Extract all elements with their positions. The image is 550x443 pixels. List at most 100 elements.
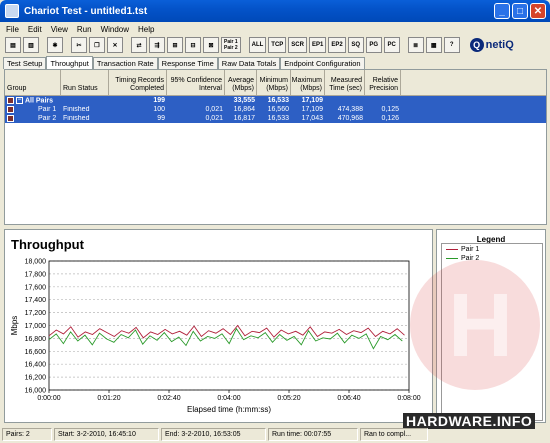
row-records: 199 <box>153 97 165 104</box>
menu-view[interactable]: View <box>51 25 68 34</box>
col-maximum[interactable]: Maximum (Mbps) <box>291 70 325 95</box>
col-average[interactable]: Average (Mbps) <box>225 70 257 95</box>
table-row[interactable]: Pair 2 Finished 99 0,021 16,817 16,533 1… <box>5 114 546 123</box>
y-tick-label: 17,600 <box>25 284 47 291</box>
menu-file[interactable]: File <box>6 25 19 34</box>
tab-test-setup[interactable]: Test Setup <box>3 57 47 69</box>
tab-transaction-rate[interactable]: Transaction Rate <box>92 57 158 69</box>
y-tick-label: 16,000 <box>25 388 47 395</box>
col-relative-precision[interactable]: Relative Precision <box>365 70 401 95</box>
pair-group-icon <box>7 96 14 104</box>
status-start: Start: 3-2-2010, 16:45:10 <box>54 428 159 441</box>
maximize-button[interactable]: □ <box>512 3 528 19</box>
col-run-status[interactable]: Run Status <box>61 70 109 95</box>
row-precision: 0,126 <box>381 115 399 122</box>
row-group-label: Pair 1 <box>38 106 57 114</box>
watermark-letter: H <box>448 276 513 376</box>
row-average: 16,864 <box>233 106 255 113</box>
network-icon[interactable]: ⊞ <box>167 37 183 53</box>
y-tick-label: 16,800 <box>25 336 47 343</box>
col-group[interactable]: Group <box>5 70 61 95</box>
pair-select-button[interactable]: Pair 1 Pair 2 <box>221 37 241 53</box>
pair-select-bottom: Pair 2 <box>224 45 238 51</box>
toolbar: ▤ ▥ ✱ ✂ ❐ ✕ ⇄ ⇶ ⊞ ⊟ ⊠ Pair 1 Pair 2 ALL … <box>0 35 550 55</box>
copy-icon[interactable]: ❐ <box>89 37 105 53</box>
netiq-logo: QnetiQ <box>469 37 514 53</box>
new-icon[interactable]: ▤ <box>5 37 21 53</box>
filter-ep2-button[interactable]: EP2 <box>328 37 346 53</box>
list-icon[interactable]: ≣ <box>407 37 424 53</box>
status-bar: Pairs: 2 Start: 3-2-2010, 16:45:10 End: … <box>0 426 550 443</box>
col-timing-records[interactable]: Timing Records Completed <box>109 70 167 95</box>
table-row[interactable]: − All Pairs 199 33,555 16,533 17,109 <box>5 96 546 105</box>
title-bar: Chariot Test - untitled1.tst _ □ ✕ <box>0 0 550 22</box>
tab-throughput[interactable]: Throughput <box>46 56 93 69</box>
row-records: 99 <box>157 115 165 122</box>
x-tick-label: 0:04:00 <box>217 395 240 402</box>
tab-response-time[interactable]: Response Time <box>157 57 218 69</box>
y-tick-label: 17,400 <box>25 297 47 304</box>
y-tick-label: 18,000 <box>25 259 47 266</box>
tab-strip: Test Setup Throughput Transaction Rate R… <box>3 56 365 69</box>
table-row[interactable]: Pair 1 Finished 100 0,021 16,864 16,560 … <box>5 105 546 114</box>
row-average: 16,817 <box>233 115 255 122</box>
row-status: Finished <box>63 115 90 122</box>
close-button[interactable]: ✕ <box>530 3 546 19</box>
y-tick-label: 17,800 <box>25 271 47 278</box>
run-icon[interactable]: ✱ <box>47 37 63 53</box>
col-measured-time[interactable]: Measured Time (sec) <box>325 70 365 95</box>
help-icon[interactable]: ? <box>443 37 460 53</box>
topology-icon[interactable]: ⊟ <box>185 37 201 53</box>
menu-edit[interactable]: Edit <box>28 25 42 34</box>
status-pairs: Pairs: 2 <box>2 428 52 441</box>
row-status: Finished <box>63 106 90 113</box>
results-table: Group Run Status Timing Records Complete… <box>4 69 547 225</box>
row-maximum: 17,043 <box>301 115 323 122</box>
tab-raw-data-totals[interactable]: Raw Data Totals <box>217 57 281 69</box>
row-time: 470,968 <box>337 115 363 122</box>
row-maximum: 17,109 <box>301 106 323 113</box>
y-axis-label: Mbps <box>10 316 19 336</box>
properties-icon[interactable]: ▦ <box>425 37 442 53</box>
row-group-cell: Pair 1 <box>5 105 61 114</box>
row-group-cell: − All Pairs <box>5 96 61 105</box>
status-run-time: Run time: 00:07:55 <box>268 428 358 441</box>
collapse-icon[interactable]: − <box>16 96 23 104</box>
open-icon[interactable]: ▥ <box>23 37 39 53</box>
compare-icon[interactable]: ⊠ <box>203 37 219 53</box>
row-precision: 0,125 <box>381 106 399 113</box>
minimize-button[interactable]: _ <box>494 3 510 19</box>
col-confidence[interactable]: 95% Confidence Interval <box>167 70 225 95</box>
filter-sq-button[interactable]: SQ <box>347 37 364 53</box>
x-tick-label: 0:06:40 <box>337 395 360 402</box>
pair-icon <box>7 114 14 122</box>
x-tick-label: 0:01:20 <box>97 395 120 402</box>
filter-all-button[interactable]: ALL <box>248 37 267 53</box>
menu-help[interactable]: Help <box>138 25 154 34</box>
netiq-text: netiQ <box>485 39 514 51</box>
tab-endpoint-configuration[interactable]: Endpoint Configuration <box>280 57 365 69</box>
cut-icon[interactable]: ✂ <box>71 37 87 53</box>
filter-pg-button[interactable]: PG <box>365 37 382 53</box>
row-average: 33,555 <box>233 97 255 104</box>
status-completion: Ran to compl... <box>360 428 428 441</box>
filter-pc-button[interactable]: PC <box>383 37 400 53</box>
col-minimum[interactable]: Minimum (Mbps) <box>257 70 291 95</box>
filter-scr-button[interactable]: SCR <box>288 37 307 53</box>
y-tick-label: 16,600 <box>25 349 47 356</box>
delete-icon[interactable]: ✕ <box>107 37 123 53</box>
menu-window[interactable]: Window <box>101 25 129 34</box>
row-maximum: 17,109 <box>301 97 323 104</box>
window-title: Chariot Test - untitled1.tst <box>24 5 148 17</box>
multicast-icon[interactable]: ⇶ <box>149 37 165 53</box>
row-minimum: 16,533 <box>267 97 289 104</box>
pair-icon <box>7 105 14 113</box>
filter-tcp-button[interactable]: TCP <box>268 37 287 53</box>
row-group-label: All Pairs <box>25 97 54 105</box>
pair-icon[interactable]: ⇄ <box>131 37 147 53</box>
filter-ep1-button[interactable]: EP1 <box>308 37 327 53</box>
row-group-cell: Pair 2 <box>5 114 61 122</box>
x-tick-label: 0:05:20 <box>277 395 300 402</box>
menu-run[interactable]: Run <box>77 25 92 34</box>
throughput-chart: 16,000 16,200 16,400 16,600 16,800 17,000 17,2… <box>10 259 421 415</box>
